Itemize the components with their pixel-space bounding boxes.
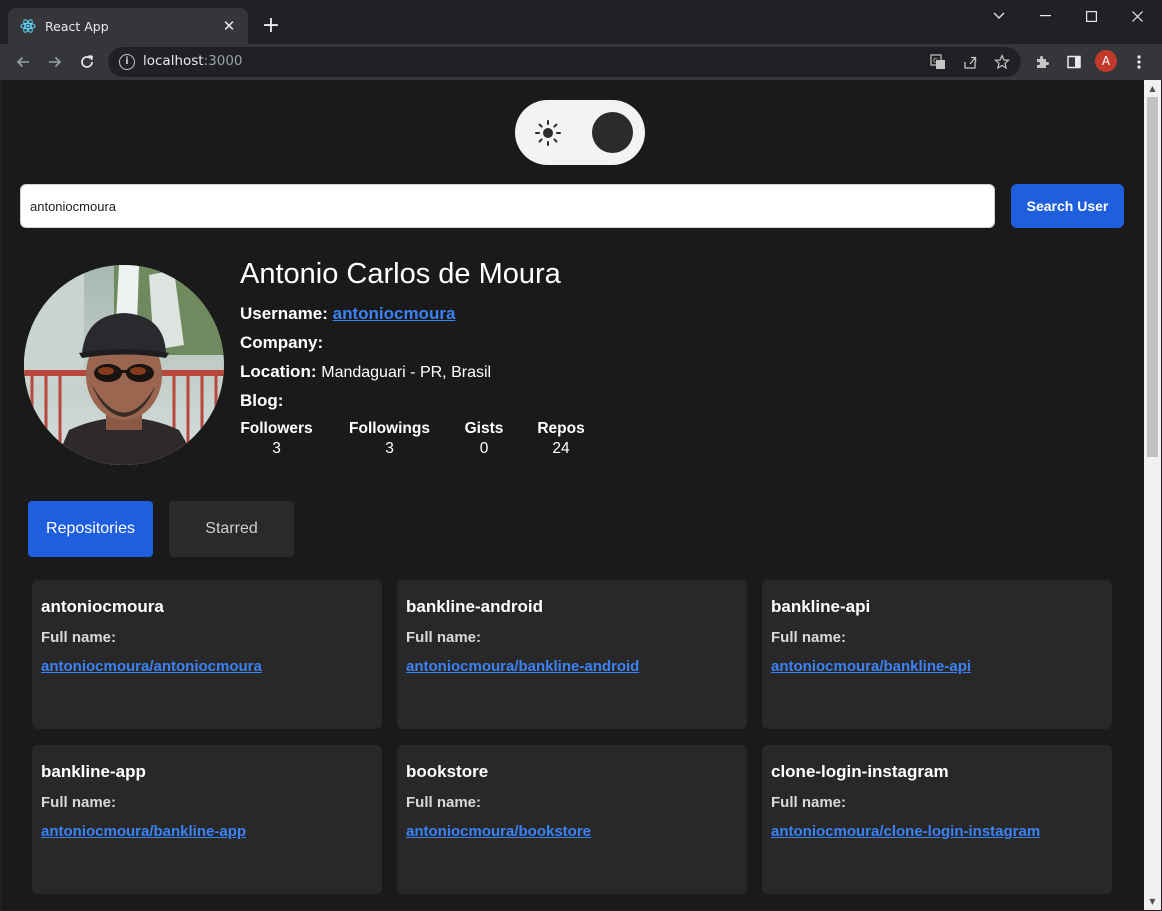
location-label: Location:: [240, 362, 317, 381]
repo-name: antoniocmoura: [41, 597, 164, 616]
reload-icon[interactable]: [73, 48, 101, 76]
full-name-label: Full name:: [406, 794, 482, 811]
tab-title: React App: [45, 18, 109, 34]
share-icon[interactable]: [960, 52, 980, 72]
menu-dots-icon[interactable]: [1127, 50, 1151, 74]
blog-row: Blog:: [240, 391, 283, 411]
bookmark-star-icon[interactable]: [992, 52, 1012, 72]
forward-arrow-icon[interactable]: [41, 48, 69, 76]
tab-repositories[interactable]: Repositories: [28, 501, 153, 557]
repo-card: clone-login-instagram Full name: antonio…: [762, 745, 1112, 894]
theme-toggle[interactable]: [515, 100, 645, 165]
tab-search-icon[interactable]: [976, 0, 1022, 32]
repo-link[interactable]: antoniocmoura/clone-login-instagram: [771, 823, 1040, 840]
repo-name: bankline-app: [41, 762, 146, 781]
page-viewport: Search User: [1, 80, 1144, 910]
repo-name: bankline-android: [406, 597, 543, 616]
tab-strip: React App ✕ +: [0, 0, 1162, 44]
repo-card: bankline-app Full name: antoniocmoura/ba…: [32, 745, 382, 894]
tab-starred[interactable]: Starred: [169, 501, 294, 557]
repo-link[interactable]: antoniocmoura/bookstore: [406, 823, 591, 840]
profile-avatar-button[interactable]: A: [1095, 50, 1117, 72]
url-host: localhost: [143, 53, 204, 69]
scroll-up-arrow-icon[interactable]: ▲: [1144, 80, 1161, 97]
repo-link[interactable]: antoniocmoura/bankline-api: [771, 658, 971, 675]
toggle-knob[interactable]: [592, 112, 633, 153]
full-name-label: Full name:: [41, 794, 117, 811]
repo-name: bankline-api: [771, 597, 871, 616]
company-label: Company:: [240, 333, 324, 352]
username-row: Username: antoniocmoura: [240, 304, 455, 324]
stat-value: 3: [272, 440, 281, 457]
browser-toolbar: i localhost:3000 G: [0, 44, 1162, 80]
username-label: Username:: [240, 304, 328, 323]
stat-value: 3: [385, 440, 394, 457]
stat-value: 0: [479, 440, 489, 457]
repo-name: clone-login-instagram: [771, 762, 949, 781]
stat-value: 24: [552, 440, 570, 457]
location-row: Location: Mandaguari - PR, Brasil: [240, 362, 491, 382]
blog-label: Blog:: [240, 391, 284, 410]
translate-icon[interactable]: G: [928, 52, 948, 72]
stat-label: Followings: [349, 420, 430, 437]
profile-name: Antonio Carlos de Moura: [240, 258, 561, 290]
stat-label: Followers: [240, 420, 313, 437]
repo-card: bankline-android Full name: antoniocmour…: [397, 580, 747, 729]
full-name-label: Full name:: [41, 629, 117, 646]
close-tab-icon[interactable]: ✕: [220, 17, 238, 35]
repo-link[interactable]: antoniocmoura/bankline-android: [406, 658, 639, 675]
minimize-icon[interactable]: [1022, 0, 1068, 32]
browser-window: React App ✕ + i localhost:3000 G A anton…: [0, 0, 1162, 911]
scroll-thumb[interactable]: [1147, 97, 1158, 457]
maximize-icon[interactable]: [1068, 0, 1114, 32]
stat-repos: Repos 24: [536, 420, 586, 458]
full-name-label: Full name:: [771, 629, 847, 646]
full-name-label: Full name:: [406, 629, 482, 646]
search-input[interactable]: [20, 184, 995, 228]
username-link[interactable]: antoniocmoura: [333, 304, 456, 323]
full-name-label: Full name:: [771, 794, 847, 811]
sun-icon: [535, 120, 561, 146]
repo-card: bankline-api Full name: antoniocmoura/ba…: [762, 580, 1112, 729]
close-window-icon[interactable]: [1114, 0, 1160, 32]
location-value: Mandaguari - PR, Brasil: [321, 364, 492, 381]
repo-name: bookstore: [406, 762, 489, 781]
search-user-button[interactable]: Search User: [1011, 184, 1124, 228]
stat-label: Repos: [537, 420, 585, 437]
repo-card: bookstore Full name: antoniocmoura/books…: [397, 745, 747, 894]
repo-card: antoniocmoura Full name: antoniocmoura/a…: [32, 580, 382, 729]
repo-link[interactable]: antoniocmoura/antoniocmoura: [41, 658, 262, 675]
extensions-puzzle-icon[interactable]: [1030, 50, 1054, 74]
new-tab-button[interactable]: +: [259, 14, 283, 38]
scroll-down-arrow-icon[interactable]: ▼: [1144, 893, 1161, 910]
stat-label: Gists: [464, 420, 504, 437]
browser-tab[interactable]: React App ✕: [8, 8, 248, 44]
url-port: :3000: [203, 53, 243, 69]
stat-followers: Followers 3: [240, 420, 313, 458]
address-bar[interactable]: i localhost:3000 G: [108, 47, 1021, 77]
side-panel-icon[interactable]: [1062, 50, 1086, 74]
url-text: localhost:3000: [143, 53, 243, 69]
stat-followings: Followings 3: [348, 420, 431, 458]
back-arrow-icon[interactable]: [9, 48, 37, 76]
company-row: Company:: [240, 333, 323, 353]
repo-link[interactable]: antoniocmoura/bankline-app: [41, 823, 246, 840]
svg-text:G: G: [933, 57, 938, 65]
avatar: [24, 265, 224, 465]
page-scrollbar[interactable]: ▲ ▼: [1144, 80, 1161, 910]
stat-gists: Gists 0: [464, 420, 504, 458]
react-logo-icon: [20, 18, 36, 34]
site-info-icon[interactable]: i: [119, 54, 135, 70]
